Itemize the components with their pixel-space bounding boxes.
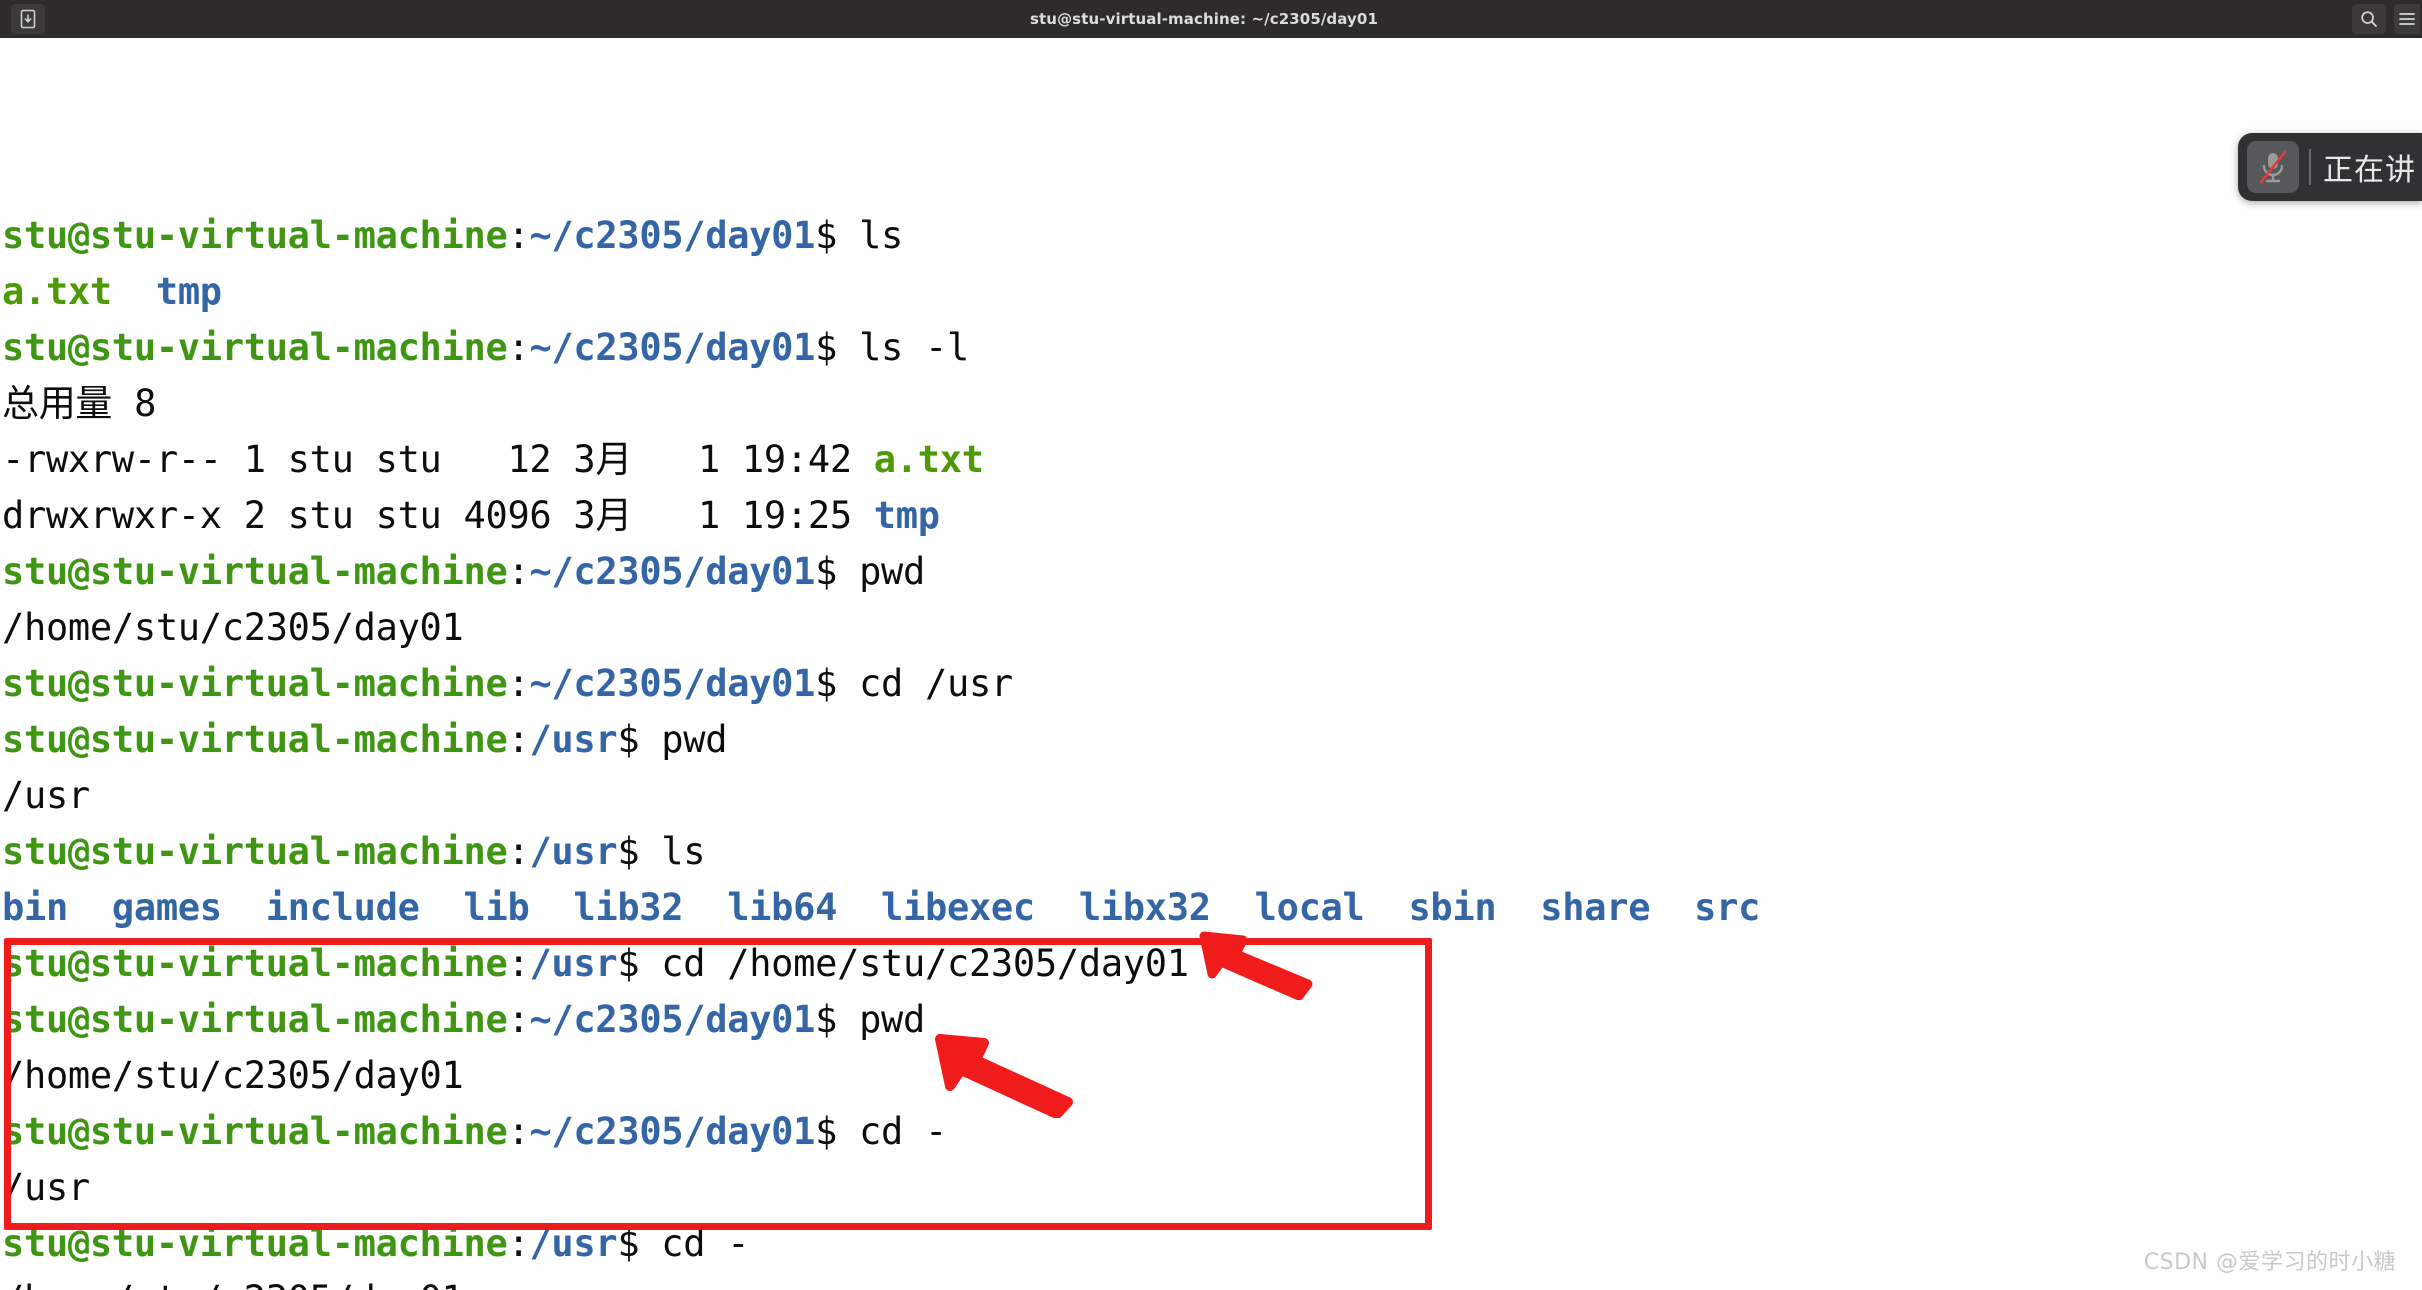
directory-name: tmp: [155, 270, 222, 313]
prompt-separator: :: [507, 1222, 530, 1265]
prompt-path: ~/c2305/day01: [529, 1110, 816, 1153]
terminal-line: /home/stu/c2305/day01: [2, 600, 2422, 656]
titlebar-left-group: [0, 0, 56, 38]
prompt-command: $ cd -: [815, 1110, 947, 1153]
prompt-user-host: stu@stu-virtual-machine: [2, 1222, 508, 1265]
prompt-user-host: stu@stu-virtual-machine: [2, 662, 508, 705]
prompt-separator: :: [507, 550, 530, 593]
prompt-separator: :: [507, 214, 530, 257]
terminal-line: /home/stu/c2305/day01: [2, 1048, 2422, 1104]
directory-name: tmp: [873, 494, 940, 537]
search-icon[interactable]: [2352, 4, 2386, 34]
overlay-divider: [2309, 149, 2311, 185]
mic-status-label: 正在讲: [2323, 153, 2416, 188]
prompt-path: ~/c2305/day01: [529, 998, 816, 1041]
prompt-user-host: stu@stu-virtual-machine: [2, 550, 508, 593]
terminal-tab-glyph: [20, 9, 36, 29]
prompt-command: $ cd -: [617, 1222, 750, 1265]
prompt-command: $ pwd: [617, 718, 728, 761]
terminal-line: stu@stu-virtual-machine:/usr$ pwd: [2, 712, 2422, 768]
terminal-line: stu@stu-virtual-machine:~/c2305/day01$ p…: [2, 992, 2422, 1048]
executable-file-name: a.txt: [2, 270, 112, 313]
csdn-watermark: CSDN @爱学习的时小糖: [2143, 1250, 2396, 1275]
prompt-separator: :: [507, 942, 530, 985]
search-glyph: [2361, 11, 2377, 27]
microphone-muted-glyph: [2259, 150, 2287, 184]
terminal-line: stu@stu-virtual-machine:~/c2305/day01$ p…: [2, 544, 2422, 600]
terminal-output-text: /usr: [2, 774, 90, 817]
window-titlebar: stu@stu-virtual-machine: ~/c2305/day01: [0, 0, 2422, 38]
prompt-user-host: stu@stu-virtual-machine: [2, 1110, 508, 1153]
prompt-separator: :: [507, 998, 530, 1041]
titlebar-right-group: [2352, 0, 2422, 38]
terminal-line: /usr: [2, 1160, 2422, 1216]
prompt-separator: :: [507, 662, 530, 705]
prompt-path: /usr: [529, 942, 618, 985]
prompt-separator: :: [507, 830, 530, 873]
prompt-path: /usr: [529, 830, 618, 873]
terminal-output-text: 总用量 8: [2, 382, 157, 425]
terminal-line: stu@stu-virtual-machine:~/c2305/day01$ c…: [2, 656, 2422, 712]
prompt-separator: :: [507, 326, 530, 369]
prompt-separator: :: [507, 1110, 530, 1153]
terminal-output-text: -rwxrw-r-- 1 stu stu 12 3月 1 19:42: [2, 438, 874, 481]
hamburger-glyph: [2399, 13, 2415, 25]
terminal-output-area[interactable]: stu@stu-virtual-machine:~/c2305/day01$ l…: [0, 38, 2422, 1290]
terminal-line: stu@stu-virtual-machine:/usr$ cd -: [2, 1216, 2422, 1272]
prompt-path: /usr: [529, 718, 618, 761]
prompt-user-host: stu@stu-virtual-machine: [2, 998, 508, 1041]
prompt-command: $ pwd: [815, 550, 926, 593]
prompt-user-host: stu@stu-virtual-machine: [2, 942, 508, 985]
prompt-path: ~/c2305/day01: [529, 326, 816, 369]
microphone-muted-icon[interactable]: [2247, 141, 2299, 193]
terminal-line: stu@stu-virtual-machine:~/c2305/day01$ l…: [2, 208, 2422, 264]
prompt-path: ~/c2305/day01: [529, 662, 816, 705]
terminal-line: drwxrwxr-x 2 stu stu 4096 3月 1 19:25 tmp: [2, 488, 2422, 544]
prompt-command: $ ls -l: [815, 326, 969, 369]
prompt-separator: :: [507, 718, 530, 761]
terminal-line: stu@stu-virtual-machine:~/c2305/day01$ c…: [2, 1104, 2422, 1160]
prompt-command: $ ls: [815, 214, 904, 257]
prompt-user-host: stu@stu-virtual-machine: [2, 326, 508, 369]
mic-status-overlay[interactable]: 正在讲: [2238, 133, 2422, 201]
terminal-line: /usr: [2, 768, 2422, 824]
prompt-user-host: stu@stu-virtual-machine: [2, 214, 508, 257]
prompt-user-host: stu@stu-virtual-machine: [2, 718, 508, 761]
prompt-path: ~/c2305/day01: [529, 550, 816, 593]
prompt-command: $ ls: [617, 830, 706, 873]
terminal-line: stu@stu-virtual-machine:/usr$ cd /home/s…: [2, 936, 2422, 992]
terminal-tab-icon[interactable]: [11, 4, 45, 34]
terminal-line: stu@stu-virtual-machine:/usr$ ls: [2, 824, 2422, 880]
terminal-line: /home/stu/c2305/day01: [2, 1272, 2422, 1290]
hamburger-menu-icon[interactable]: [2394, 4, 2420, 34]
terminal-line: 总用量 8: [2, 376, 2422, 432]
terminal-line: -rwxrw-r-- 1 stu stu 12 3月 1 19:42 a.txt: [2, 432, 2422, 488]
terminal-output-text: /home/stu/c2305/day01: [2, 606, 464, 649]
prompt-command: $ pwd: [815, 998, 926, 1041]
terminal-output-text: [112, 270, 156, 313]
terminal-line: a.txt tmp: [2, 264, 2422, 320]
prompt-command: $ cd /usr: [815, 662, 1013, 705]
prompt-command: $ cd /home/stu/c2305/day01: [617, 942, 1189, 985]
directory-name: bin games include lib lib32 lib64 libexe…: [2, 886, 1761, 929]
terminal-line: stu@stu-virtual-machine:~/c2305/day01$ l…: [2, 320, 2422, 376]
prompt-user-host: stu@stu-virtual-machine: [2, 830, 508, 873]
terminal-output-text: /usr: [2, 1166, 90, 1209]
terminal-line: bin games include lib lib32 lib64 libexe…: [2, 880, 2422, 936]
terminal-output-text: drwxrwxr-x 2 stu stu 4096 3月 1 19:25: [2, 494, 874, 537]
prompt-path: /usr: [529, 1222, 618, 1265]
window-title: stu@stu-virtual-machine: ~/c2305/day01: [1030, 10, 1378, 28]
prompt-path: ~/c2305/day01: [529, 214, 816, 257]
executable-file-name: a.txt: [873, 438, 984, 481]
terminal-output-text: /home/stu/c2305/day01: [2, 1054, 464, 1097]
screenshot-root: stu@stu-virtual-machine: ~/c2305/day01 s…: [0, 0, 2422, 1290]
terminal-output-text: /home/stu/c2305/day01: [2, 1278, 464, 1290]
